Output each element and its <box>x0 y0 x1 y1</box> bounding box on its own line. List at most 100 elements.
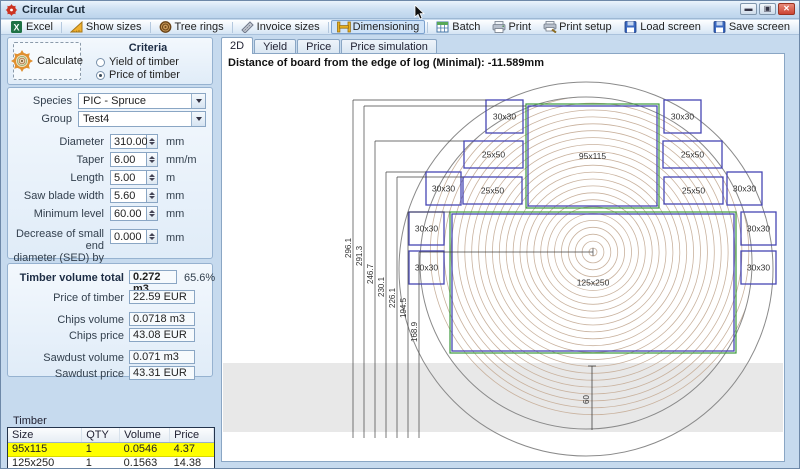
toolbar-button-excel[interactable]: X Excel <box>4 20 59 34</box>
board-label: 25x50 <box>681 150 704 160</box>
radio-icon <box>96 71 105 80</box>
diameter-input[interactable]: 310.00 <box>110 134 147 149</box>
close-button[interactable]: ✕ <box>778 3 795 15</box>
board-label: 30x30 <box>747 263 770 273</box>
species-value: PIC - Spruce <box>79 95 191 107</box>
spinner[interactable] <box>147 188 158 203</box>
dimensioning-icon <box>337 21 350 33</box>
sed-unit: mm <box>166 232 184 244</box>
tree-rings-icon <box>159 21 172 33</box>
board-label: 30x30 <box>432 184 455 194</box>
length-input[interactable]: 5.00 <box>110 170 147 185</box>
toolbar-button-label: Load screen <box>640 21 701 33</box>
toolbar-separator <box>150 22 151 33</box>
radio-price-of-timber[interactable]: Price of timber <box>96 69 180 81</box>
table-cell: 125x250 <box>8 456 82 469</box>
board-label: 25x50 <box>482 150 505 160</box>
toolbar-button-invoice-sizes[interactable]: Invoice sizes <box>235 20 326 34</box>
table-header-row: SizeQTYVolumePrice <box>8 428 214 442</box>
unit-label: mm <box>166 190 184 202</box>
table-cell: 4.37 <box>170 442 214 456</box>
spinner[interactable] <box>147 206 158 221</box>
settings-panel: Calculate Criteria Yield of timber Price… <box>3 35 217 468</box>
column-header[interactable]: Price <box>170 428 214 442</box>
criteria-title: Criteria <box>88 42 208 54</box>
chips-volume-label: Chips volume <box>57 314 124 326</box>
toolbar-button-show-sizes[interactable]: Show sizes <box>64 20 148 34</box>
toolbar-button-label: Tree rings <box>175 21 224 33</box>
window-title: Circular Cut <box>22 4 85 16</box>
spinner[interactable] <box>147 152 158 167</box>
species-select[interactable]: PIC - Spruce <box>78 93 206 109</box>
timber-volume-pct: 65.6% <box>184 272 215 284</box>
sawdust-volume-value: 0.071 m3 <box>129 350 195 364</box>
print-setup-icon <box>543 21 556 33</box>
unit-label: m <box>166 172 175 184</box>
toolbar-button-label: Show sizes <box>86 21 142 33</box>
show-sizes-icon <box>70 21 83 33</box>
maximize-button[interactable]: ▣ <box>759 3 776 15</box>
dimension-label: 194.5 <box>399 297 408 318</box>
invoice-sizes-icon <box>241 21 254 33</box>
toolbar-button-load-screen[interactable]: Load screen <box>618 20 707 34</box>
chevron-down-icon[interactable] <box>191 112 205 126</box>
timber-volume-label: Timber volume total <box>20 272 124 284</box>
tab-yield[interactable]: Yield <box>254 39 296 54</box>
toolbar-button-label: Batch <box>452 21 480 33</box>
toolbar: X Excel Show sizes Tree rings Invoice sizes D… <box>1 20 799 35</box>
column-header[interactable]: Volume <box>120 428 170 442</box>
minimum-level-label: 60 <box>582 395 591 404</box>
toolbar-button-dimensioning[interactable]: Dimensioning <box>331 20 426 34</box>
toolbar-separator <box>427 22 428 33</box>
sawdust-volume-label: Sawdust volume <box>43 352 124 364</box>
chips-price-value: 43.08 EUR <box>129 328 195 342</box>
chips-price-label: Chips price <box>69 330 124 342</box>
table-cell: 1 <box>82 456 120 469</box>
column-header[interactable]: QTY <box>82 428 120 442</box>
toolbar-button-label: Invoice sizes <box>257 21 320 33</box>
taper-input[interactable]: 6.00 <box>110 152 147 167</box>
group-select[interactable]: Test4 <box>78 111 206 127</box>
table-row[interactable]: 125x25010.156314.38 <box>8 456 214 469</box>
svg-text:X: X <box>13 23 19 33</box>
dimension-label: 226.1 <box>388 287 397 308</box>
tab-2d[interactable]: 2D <box>221 37 253 54</box>
board-label: 25x50 <box>481 186 504 196</box>
toolbar-button-print-setup[interactable]: Print setup <box>537 20 618 34</box>
timber-caption: Timber <box>13 415 47 427</box>
table-cell: 95x115 <box>8 442 82 456</box>
taper-label: Taper <box>76 154 104 166</box>
toolbar-button-print[interactable]: Print <box>486 20 537 34</box>
saw-blade-width-input[interactable]: 5.60 <box>110 188 147 203</box>
spinner[interactable] <box>147 134 158 149</box>
calculate-button[interactable]: Calculate <box>13 42 81 80</box>
chevron-down-icon[interactable] <box>191 94 205 108</box>
minimize-button[interactable]: ▬ <box>740 3 757 15</box>
tab-price[interactable]: Price <box>297 39 340 54</box>
mouse-cursor <box>414 5 426 21</box>
table-row[interactable]: 95x11510.05464.37 <box>8 442 214 456</box>
toolbar-button-label: Print setup <box>559 21 612 33</box>
tab-price-simulation[interactable]: Price simulation <box>341 39 437 54</box>
unit-label: mm <box>166 208 184 220</box>
sed-spinner[interactable] <box>147 229 158 244</box>
length-label: Length <box>70 172 104 184</box>
spinner[interactable] <box>147 170 158 185</box>
toolbar-button-label: Print <box>508 21 531 33</box>
radio-yield-of-timber[interactable]: Yield of timber <box>96 56 179 68</box>
board-label: 30x30 <box>415 224 438 234</box>
toolbar-button-tree-rings[interactable]: Tree rings <box>153 20 230 34</box>
toolbar-button-batch[interactable]: Batch <box>430 20 486 34</box>
board-label: 30x30 <box>415 263 438 273</box>
toolbar-button-save-screen[interactable]: Save screen <box>707 20 796 34</box>
toolbar-button-label: Dimensioning <box>353 21 420 33</box>
sed-input[interactable]: 0.000 <box>110 229 147 244</box>
main-panel: 2DYieldPricePrice simulation Distance of… <box>219 35 799 468</box>
minimum-level-input[interactable]: 60.00 <box>110 206 147 221</box>
print-icon <box>492 21 505 33</box>
toolbar-button-label: Excel <box>26 21 53 33</box>
criteria-group: Calculate Criteria Yield of timber Price… <box>7 37 213 85</box>
sawdust-price-label: Sawdust price <box>55 368 124 380</box>
column-header[interactable]: Size <box>8 428 82 442</box>
chips-volume-value: 0.0718 m3 <box>129 312 195 326</box>
